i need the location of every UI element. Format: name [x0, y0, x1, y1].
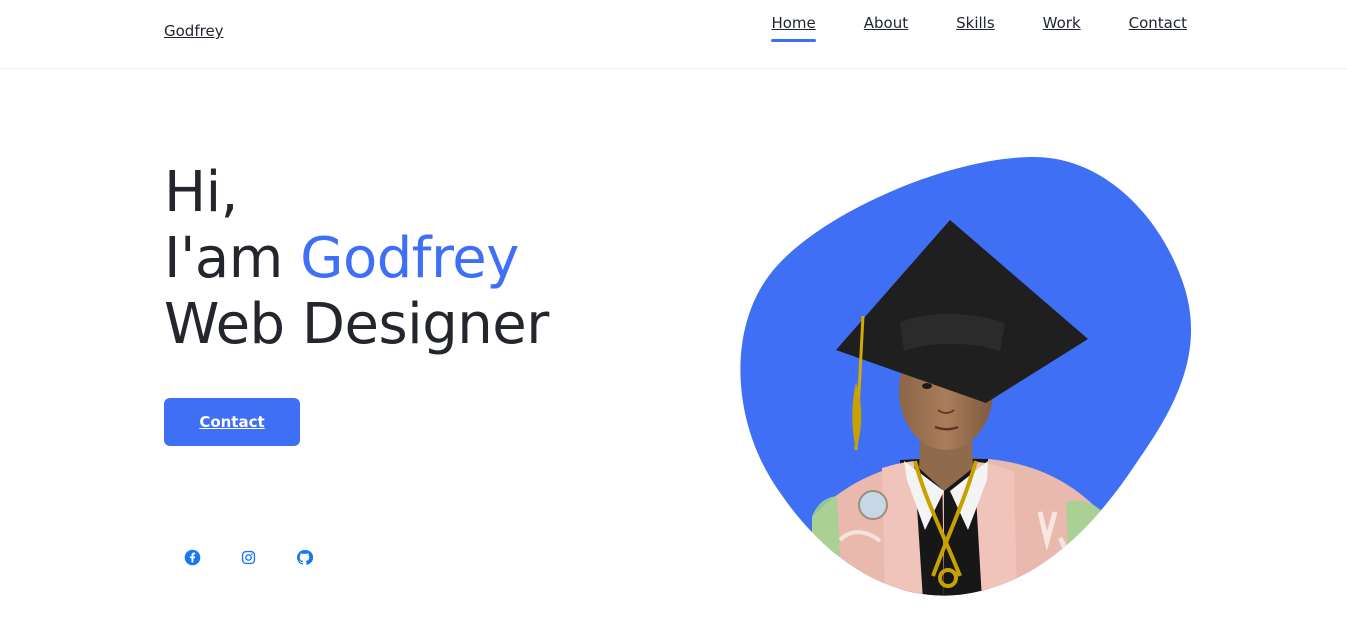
hero-greeting: Hi,: [164, 160, 238, 225]
github-link[interactable]: [294, 547, 314, 567]
github-icon: [296, 549, 313, 565]
hero-name-line: I'am Godfrey: [164, 226, 549, 292]
hero-portrait: [730, 150, 1200, 600]
nav-work[interactable]: Work: [1043, 14, 1081, 42]
instagram-icon: [241, 550, 255, 564]
hero-role: Web Designer: [164, 292, 549, 357]
header: Godfrey Home About Skills Work Contact: [0, 0, 1347, 69]
social-links: [182, 547, 314, 567]
facebook-link[interactable]: [182, 547, 202, 567]
hero-name: Godfrey: [300, 226, 519, 291]
nav-skills[interactable]: Skills: [956, 14, 995, 42]
instagram-link[interactable]: [238, 547, 258, 567]
contact-button[interactable]: Contact: [164, 398, 300, 446]
hero-name-prefix: I'am: [164, 226, 301, 291]
facebook-icon: [184, 549, 200, 565]
nav-contact[interactable]: Contact: [1129, 14, 1187, 42]
hero-heading: Hi, I'am Godfrey Web Designer: [164, 160, 549, 358]
main-nav: Home About Skills Work Contact: [771, 14, 1187, 42]
logo-link[interactable]: Godfrey: [164, 22, 224, 40]
hero-portrait-image: [740, 156, 1192, 596]
nav-about[interactable]: About: [864, 14, 908, 42]
nav-home[interactable]: Home: [771, 14, 817, 42]
